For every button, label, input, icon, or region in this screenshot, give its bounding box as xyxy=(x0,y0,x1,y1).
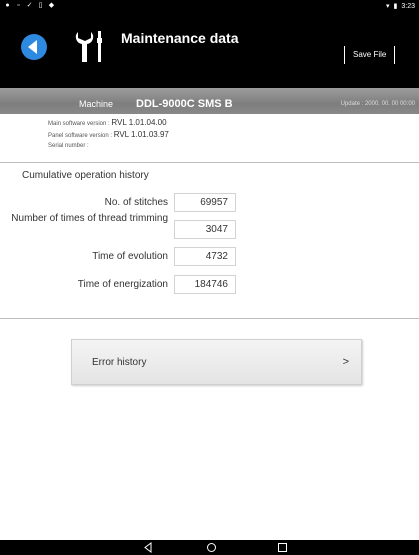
page-title: Maintenance data xyxy=(121,30,239,46)
notification-icon: ▫ xyxy=(17,2,20,9)
error-history-label: Error history xyxy=(92,357,147,368)
back-arrow-icon xyxy=(28,40,37,54)
section-title: Cumulative operation history xyxy=(22,170,149,181)
wifi-icon: ▾ xyxy=(386,3,390,10)
status-bar: ● ▫ ✓ ▯ ◆ ▾ ▮ 3:23 xyxy=(0,0,419,14)
status-right: ▾ ▮ 3:23 xyxy=(386,2,415,11)
back-button[interactable] xyxy=(21,34,47,60)
nav-recent-apps-icon[interactable] xyxy=(277,542,288,553)
evolution-time-label: Time of evolution xyxy=(92,251,168,262)
panel-software-version: Panel software version : RVL 1.01.03.97 xyxy=(48,130,169,139)
divider xyxy=(0,162,419,163)
main-software-version: Main software version : RVL 1.01.04.00 xyxy=(48,118,167,127)
save-file-button[interactable]: Save File xyxy=(344,46,396,64)
error-history-button[interactable]: Error history > xyxy=(71,339,362,385)
nav-back-icon[interactable] xyxy=(143,542,153,553)
stitches-value: 69957 xyxy=(174,193,236,212)
notification-icon: ▯ xyxy=(38,2,43,9)
thread-trimming-label: Number of times of thread trimming xyxy=(11,213,168,224)
image-icon: ◆ xyxy=(48,2,55,9)
serial-number-label: Serial number : xyxy=(48,143,89,149)
notification-icon: ● xyxy=(5,2,10,9)
panel-software-label: Panel software version : xyxy=(48,133,113,139)
tools-icon xyxy=(75,31,102,62)
main-software-label: Main software version : xyxy=(48,121,110,127)
thread-trimming-value: 3047 xyxy=(174,220,236,239)
status-icons: ● ▫ ✓ ▯ ◆ xyxy=(4,2,55,9)
machine-name: DDL-9000C SMS B xyxy=(136,98,233,110)
evolution-time-value: 4732 xyxy=(174,247,236,266)
app-header: Maintenance data Save File xyxy=(0,14,419,88)
energization-time-value: 184746 xyxy=(174,275,236,294)
machine-label: Machine xyxy=(79,99,114,109)
divider xyxy=(0,318,419,319)
stitches-label: No. of stitches xyxy=(104,197,168,208)
update-timestamp: Update : 2000. 00. 00 00:00 xyxy=(340,101,415,107)
clock-text: 3:23 xyxy=(401,2,415,10)
system-nav-bar xyxy=(0,540,419,555)
nav-home-icon[interactable] xyxy=(206,542,217,553)
main-software-value: RVL 1.01.04.00 xyxy=(111,118,167,127)
check-icon: ✓ xyxy=(26,2,33,9)
chevron-right-icon: > xyxy=(342,356,349,368)
panel-software-value: RVL 1.01.03.97 xyxy=(113,130,169,139)
energization-time-label: Time of energization xyxy=(77,279,168,290)
serial-number: Serial number : xyxy=(48,143,89,149)
machine-bar: Machine DDL-9000C SMS B Update : 2000. 0… xyxy=(0,88,419,114)
battery-icon: ▮ xyxy=(393,3,398,10)
